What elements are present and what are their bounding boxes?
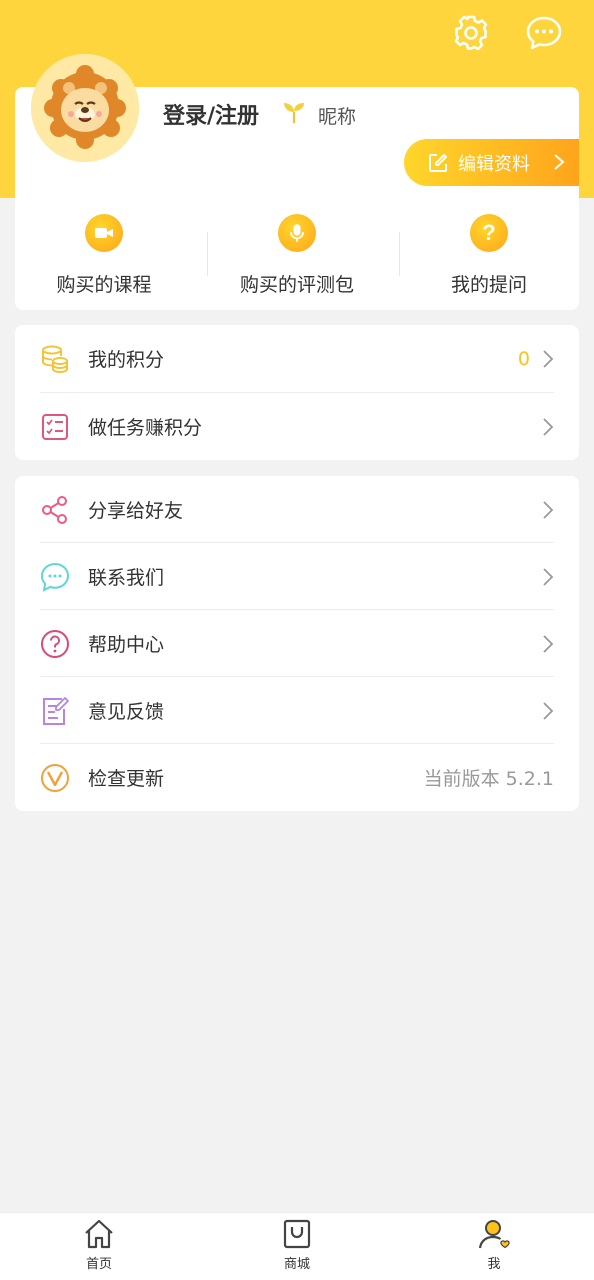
earn-points-row[interactable]: 做任务赚积分 — [40, 393, 554, 460]
contact-label: 联系我们 — [88, 567, 165, 589]
home-icon — [85, 1219, 113, 1249]
share-icon — [40, 495, 70, 525]
my-questions-label: 我的提问 — [450, 274, 527, 296]
video-camera-icon — [85, 214, 123, 252]
chevron-right-icon — [543, 417, 554, 436]
login-register-link[interactable]: 登录/注册 — [163, 98, 259, 130]
edit-profile-button[interactable]: 编辑资料 — [404, 139, 579, 186]
sprout-icon — [284, 103, 304, 123]
chevron-right-icon — [543, 701, 554, 720]
edit-profile-label: 编辑资料 — [458, 153, 530, 175]
task-list-icon — [40, 412, 70, 442]
avatar[interactable] — [31, 54, 139, 162]
feedback-icon — [40, 696, 70, 726]
purchased-assessments-label: 购买的评测包 — [239, 274, 354, 296]
my-points-label: 我的积分 — [88, 349, 165, 371]
purchased-assessments-button[interactable]: 购买的评测包 — [207, 214, 387, 297]
purchased-courses-button[interactable]: 购买的课程 — [14, 214, 194, 297]
help-icon — [40, 629, 70, 659]
feedback-row[interactable]: 意见反馈 — [40, 677, 554, 744]
chat-icon — [40, 562, 70, 592]
nav-shop[interactable]: 商城 — [257, 1217, 337, 1272]
bottom-nav: 首页 商城 我 — [0, 1212, 594, 1280]
settings-button[interactable] — [452, 14, 490, 52]
settings-card: 分享给好友 联系我们 帮助中心 意见反馈 检查更新 当前版本 5.2.1 — [15, 476, 579, 811]
check-update-row[interactable]: 检查更新 当前版本 5.2.1 — [40, 744, 554, 811]
share-label: 分享给好友 — [88, 500, 184, 522]
version-text: 当前版本 5.2.1 — [423, 768, 554, 790]
microphone-icon — [278, 214, 316, 252]
chevron-right-icon — [543, 567, 554, 586]
chevron-right-icon — [543, 500, 554, 519]
feedback-label: 意见反馈 — [88, 701, 165, 723]
question-icon: ? — [470, 214, 508, 252]
share-row[interactable]: 分享给好友 — [40, 476, 554, 543]
chat-bubble-icon — [526, 16, 562, 50]
nav-home[interactable]: 首页 — [59, 1217, 139, 1272]
my-questions-button[interactable]: ? 我的提问 — [399, 214, 579, 297]
shop-bag-icon — [283, 1219, 311, 1249]
nav-profile[interactable]: 我 — [454, 1217, 534, 1272]
messages-button[interactable] — [525, 14, 563, 52]
check-update-label: 检查更新 — [88, 768, 165, 790]
earn-points-label: 做任务赚积分 — [88, 417, 203, 439]
update-icon — [40, 763, 70, 793]
lion-avatar-icon — [31, 54, 139, 162]
chevron-right-icon — [543, 634, 554, 653]
my-points-row[interactable]: 我的积分 0 — [40, 325, 554, 392]
edit-icon — [429, 153, 447, 172]
chevron-right-icon — [543, 349, 554, 368]
help-row[interactable]: 帮助中心 — [40, 610, 554, 677]
profile-icon — [478, 1220, 510, 1249]
contact-row[interactable]: 联系我们 — [40, 543, 554, 610]
nav-shop-label: 商城 — [283, 1257, 310, 1272]
coins-icon — [40, 344, 70, 374]
chevron-right-icon — [554, 154, 565, 170]
points-card: 我的积分 0 做任务赚积分 — [15, 325, 579, 460]
nickname: 昵称 — [318, 106, 357, 128]
nav-profile-label: 我 — [487, 1257, 501, 1272]
gear-icon — [454, 15, 488, 51]
purchased-courses-label: 购买的课程 — [56, 274, 152, 296]
help-label: 帮助中心 — [88, 634, 165, 656]
nav-home-label: 首页 — [85, 1257, 112, 1272]
points-value: 0 — [517, 347, 530, 370]
